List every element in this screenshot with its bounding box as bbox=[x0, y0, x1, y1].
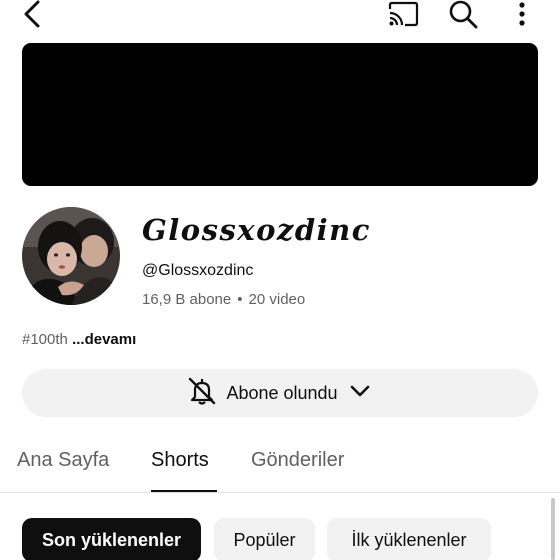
more-vertical-icon[interactable] bbox=[508, 0, 536, 30]
tabs-divider bbox=[0, 492, 560, 493]
subscriber-count: 16,9 B abone bbox=[142, 291, 232, 308]
subscribed-button[interactable]: Abone olundu bbox=[22, 369, 538, 417]
description-hashtag: #100th bbox=[22, 331, 68, 348]
channel-title: Glossxozdinc bbox=[142, 213, 371, 247]
channel-description[interactable]: #100th ...devamı bbox=[22, 331, 136, 348]
scrollbar[interactable] bbox=[551, 498, 555, 560]
stats-separator: • bbox=[237, 291, 243, 308]
search-icon[interactable] bbox=[444, 0, 482, 30]
channel-banner bbox=[22, 43, 538, 186]
filter-chip-oldest[interactable]: İlk yüklenenler bbox=[327, 518, 491, 560]
filter-chip-latest[interactable]: Son yüklenenler bbox=[22, 518, 201, 560]
bell-notifications-icon bbox=[186, 375, 218, 412]
top-app-bar bbox=[0, 0, 560, 32]
video-count: 20 video bbox=[248, 291, 306, 308]
tab-home[interactable]: Ana Sayfa bbox=[17, 449, 109, 472]
description-more-link[interactable]: ...devamı bbox=[72, 331, 136, 348]
back-arrow-icon[interactable] bbox=[14, 0, 50, 30]
channel-tabs: Ana Sayfa Shorts Gönderiler bbox=[0, 440, 560, 493]
filter-chip-popular[interactable]: Popüler bbox=[214, 518, 315, 560]
tab-shorts[interactable]: Shorts bbox=[151, 449, 209, 472]
chevron-down-icon bbox=[346, 379, 374, 408]
tab-posts[interactable]: Gönderiler bbox=[251, 449, 344, 472]
cast-icon[interactable] bbox=[384, 0, 422, 30]
subscribed-label: Abone olundu bbox=[226, 382, 338, 403]
channel-avatar[interactable] bbox=[22, 207, 120, 305]
channel-stats: 16,9 B abone • 20 video bbox=[142, 291, 305, 308]
channel-handle: @Glossxozdinc bbox=[142, 262, 254, 279]
